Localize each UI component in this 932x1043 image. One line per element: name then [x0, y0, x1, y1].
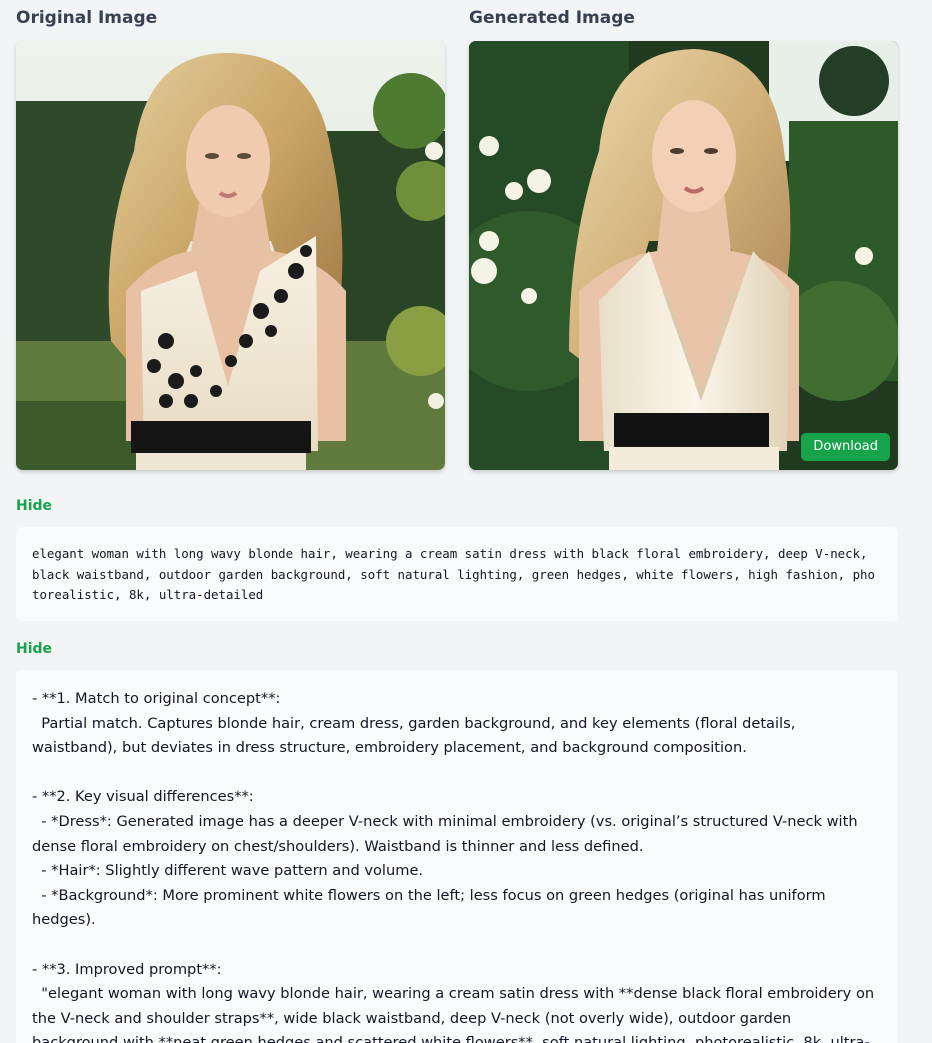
original-image: [16, 41, 445, 470]
original-photo-icon: [16, 41, 445, 470]
hide-prompt-toggle[interactable]: Hide: [16, 498, 52, 514]
original-image-title: Original Image: [16, 8, 158, 28]
generated-image: Download: [469, 41, 898, 470]
generated-image-title: Generated Image: [469, 8, 635, 28]
hide-evaluation-toggle[interactable]: Hide: [16, 641, 52, 657]
prompt-text: elegant woman with long wavy blonde hair…: [32, 546, 875, 602]
prompt-panel: elegant woman with long wavy blonde hair…: [16, 527, 898, 621]
generated-photo-icon: [469, 41, 898, 470]
download-button[interactable]: Download: [801, 433, 890, 461]
evaluation-panel: - **1. Match to original concept**: Part…: [16, 670, 898, 1043]
evaluation-text: - **1. Match to original concept**: Part…: [32, 690, 875, 1043]
